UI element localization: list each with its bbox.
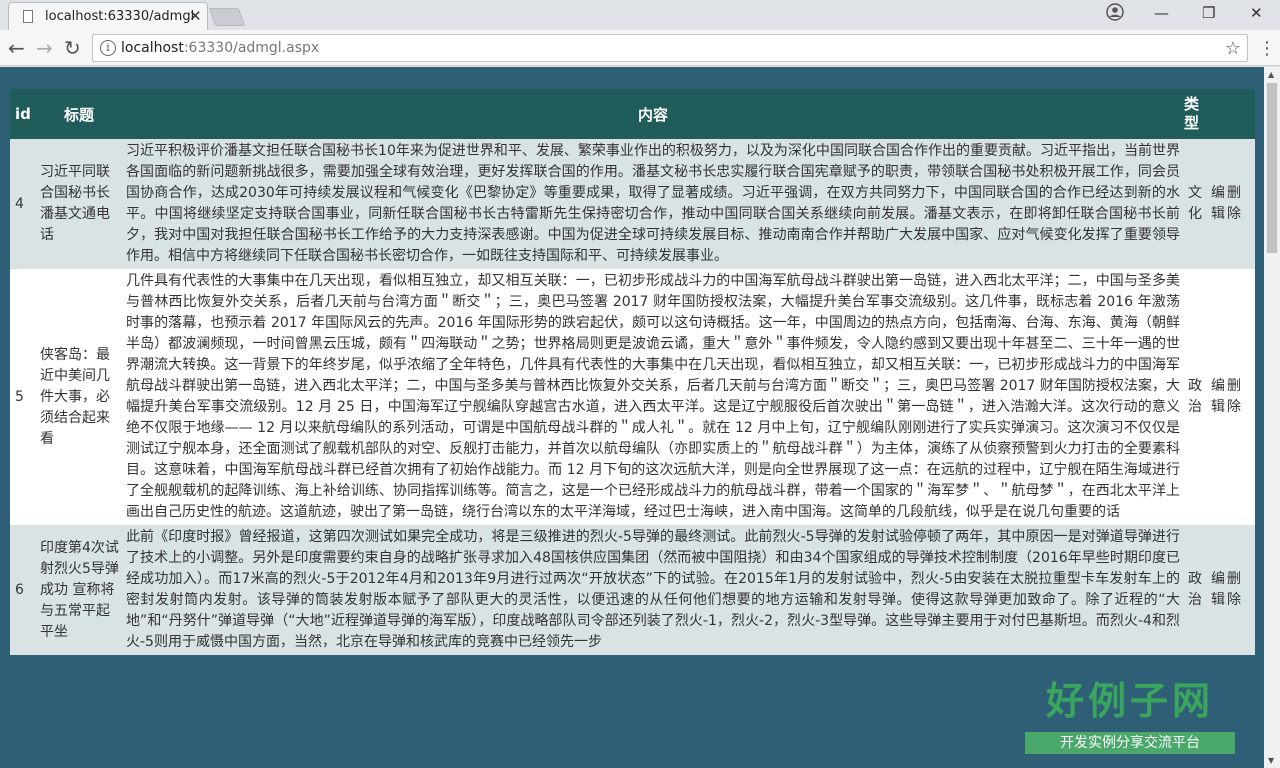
minimize-icon[interactable]: — <box>1154 4 1169 22</box>
news-table: id 标题 内容 类型 4 习近平同联合国秘书长潘基文通电话 习近平积极评价潘基… <box>10 89 1255 655</box>
restore-icon[interactable]: ❐ <box>1202 4 1215 22</box>
watermark-logo: 好例子网 开发实例分享交流平台 <box>1025 670 1235 760</box>
row-type: 政治 <box>1188 378 1202 415</box>
row-title: 习近平同联合国秘书长潘基文通电话 <box>40 164 110 243</box>
reload-icon[interactable]: ↻ <box>64 36 81 60</box>
table-row: 4 习近平同联合国秘书长潘基文通电话 习近平积极评价潘基文担任联合国秘书长10年… <box>10 139 1255 269</box>
row-actions: 编辑 删除 <box>1208 525 1255 655</box>
header-title: 标题 <box>64 105 95 124</box>
watermark-tagline: 开发实例分享交流平台 <box>1025 732 1235 754</box>
header-id: id <box>15 105 31 123</box>
header-type: 类型 <box>1184 95 1200 132</box>
new-tab-button[interactable] <box>208 8 246 26</box>
table-header: id 标题 内容 类型 <box>10 89 1255 139</box>
row-type: 政治 <box>1188 571 1202 608</box>
delete-link[interactable]: 删除 <box>1227 183 1243 225</box>
header-content: 内容 <box>637 105 668 124</box>
row-content: 几件具有代表性的大事集中在几天出现，看似相互独立，却又相互关联：一，已初步形成战… <box>126 273 1180 520</box>
row-title: 印度第4次试射烈火5导弹成功 宣称将与五常平起平坐 <box>40 539 119 640</box>
forward-icon[interactable]: → <box>36 36 53 60</box>
edit-link[interactable]: 编辑 <box>1211 376 1227 418</box>
vertical-scrollbar[interactable]: ▲ ▼ <box>1264 67 1280 768</box>
page-icon <box>23 10 33 23</box>
row-type: 文化 <box>1188 185 1202 222</box>
browser-tab[interactable]: localhost:63330/admgl ✕ <box>8 2 208 30</box>
scroll-down-icon[interactable]: ▼ <box>1268 756 1274 765</box>
edit-link[interactable]: 编辑 <box>1211 569 1227 611</box>
delete-link[interactable]: 删除 <box>1227 569 1243 611</box>
scrollbar-thumb[interactable] <box>1267 83 1277 253</box>
row-id: 5 <box>15 388 24 405</box>
browser-titlebar: localhost:63330/admgl ✕ — ❐ ✕ <box>0 0 1280 30</box>
delete-link[interactable]: 删除 <box>1227 376 1243 418</box>
row-id: 4 <box>15 195 24 212</box>
url-text: localhost:63330/admgl.aspx <box>121 40 320 56</box>
close-tab-icon[interactable]: ✕ <box>189 7 202 25</box>
row-actions: 编辑 删除 <box>1208 139 1255 269</box>
header-ops <box>1208 89 1255 139</box>
close-window-icon[interactable]: ✕ <box>1250 4 1263 22</box>
menu-icon[interactable]: ⋮ <box>1258 38 1276 59</box>
back-icon[interactable]: ← <box>8 36 25 60</box>
row-actions: 编辑 删除 <box>1208 269 1255 525</box>
scroll-up-icon[interactable]: ▲ <box>1268 70 1274 79</box>
browser-toolbar: ← → ↻ i localhost:63330/admgl.aspx ☆ ⋮ <box>0 30 1280 66</box>
edit-link[interactable]: 编辑 <box>1211 183 1227 225</box>
table-row: 5 侠客岛：最近中美间几件大事，必须结合起来看 几件具有代表性的大事集中在几天出… <box>10 269 1255 525</box>
page-content: id 标题 内容 类型 4 习近平同联合国秘书长潘基文通电话 习近平积极评价潘基… <box>0 67 1264 768</box>
row-content: 习近平积极评价潘基文担任联合国秘书长10年来为促进世界和平、发展、繁荣事业作出的… <box>126 143 1180 264</box>
row-content: 此前《印度时报》曾经报道，这第四次测试如果完全成功，将是三级推进的烈火-5导弹的… <box>126 529 1180 650</box>
row-id: 6 <box>15 581 24 598</box>
row-title: 侠客岛：最近中美间几件大事，必须结合起来看 <box>40 346 110 447</box>
bookmark-star-icon[interactable]: ☆ <box>1225 38 1241 59</box>
tab-title: localhost:63330/admgl <box>45 9 195 24</box>
table-row: 6 印度第4次试射烈火5导弹成功 宣称将与五常平起平坐 此前《印度时报》曾经报道… <box>10 525 1255 655</box>
site-info-icon[interactable]: i <box>100 40 116 56</box>
address-bar[interactable]: i localhost:63330/admgl.aspx ☆ <box>92 34 1248 62</box>
profile-icon[interactable] <box>1106 3 1124 21</box>
watermark-logo-text: 好例子网 <box>1045 679 1214 723</box>
